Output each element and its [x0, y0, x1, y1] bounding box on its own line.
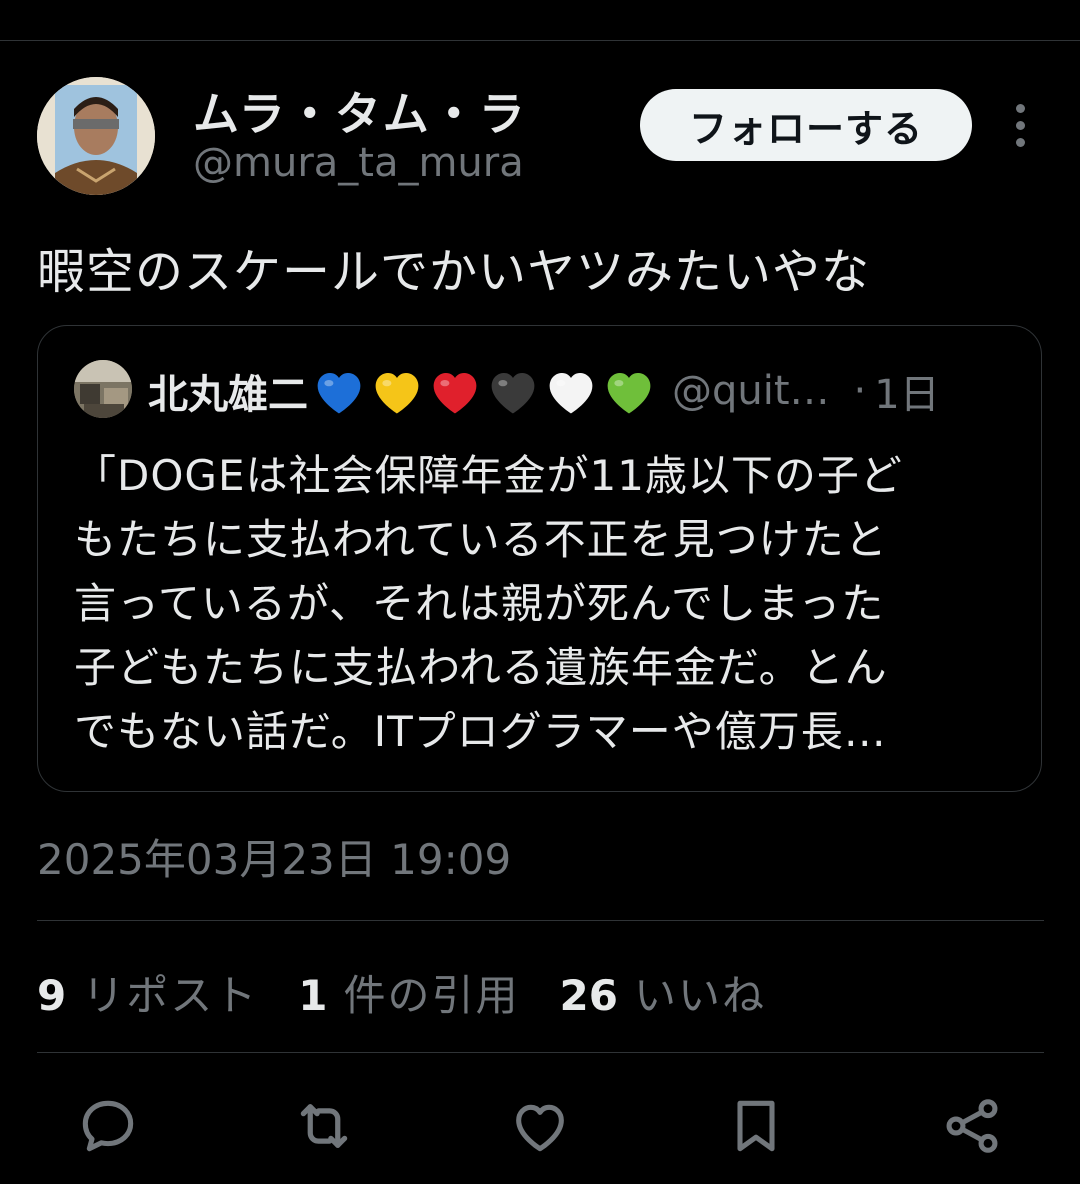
- share-icon[interactable]: [938, 1092, 1006, 1160]
- red-heart-icon: [433, 373, 477, 414]
- quote-line: もたちに支払われている不正を見つけたと: [74, 515, 888, 564]
- yellow-heart-icon: [375, 373, 419, 414]
- tweet-text: 暇空のスケールでかいヤツみたいやな: [37, 244, 871, 300]
- user-avatar[interactable]: [37, 77, 155, 195]
- like-label: いいね: [633, 970, 766, 1020]
- more-options-icon[interactable]: [1000, 100, 1040, 150]
- separator-dot: ·: [853, 368, 867, 414]
- quote-label: 件の引用: [343, 970, 520, 1020]
- quote-count[interactable]: 1 件の引用: [298, 962, 519, 1023]
- divider: [37, 920, 1044, 921]
- quoted-tweet-card[interactable]: 北丸雄二 @quit… · 1日 「DOGEは社会保障年金が11歳以下の子ど も…: [37, 325, 1042, 792]
- engagement-stats: 9 リポスト 1 件の引用 26 いいね: [37, 962, 806, 1022]
- quote-body: 「DOGEは社会保障年金が11歳以下の子ど もたちに支払われている不正を見つけた…: [74, 444, 1014, 764]
- blue-heart-icon: [317, 373, 361, 414]
- quote-line: 言っているが、それは親が死んでしまった: [74, 579, 885, 628]
- repost-number: 9: [37, 970, 67, 1020]
- like-number: 26: [559, 970, 618, 1020]
- quote-line: 子どもたちに支払われる遺族年金だ。とん: [74, 643, 888, 692]
- quote-header: 北丸雄二 @quit… · 1日: [148, 362, 1028, 420]
- green-heart-icon: [607, 373, 651, 414]
- quote-line: でもない話だ。ITプログラマーや億万長…: [74, 707, 887, 756]
- repost-count[interactable]: 9 リポスト: [37, 962, 258, 1023]
- quote-line: 「DOGEは社会保障年金が11歳以下の子ど: [74, 451, 903, 500]
- quote-author-handle: @quit…: [672, 368, 830, 414]
- repost-icon[interactable]: [290, 1092, 358, 1160]
- white-heart-icon: [549, 373, 593, 414]
- display-name[interactable]: ムラ・タム・ラ: [193, 78, 527, 144]
- quote-author-name: 北丸雄二: [148, 372, 308, 418]
- like-icon[interactable]: [506, 1092, 574, 1160]
- top-divider: [0, 40, 1080, 41]
- black-heart-icon: [491, 373, 535, 414]
- tweet-timestamp: 2025年03月23日 19:09: [37, 835, 512, 884]
- like-count[interactable]: 26 いいね: [560, 962, 766, 1023]
- repost-label: リポスト: [82, 970, 259, 1020]
- divider: [37, 1052, 1044, 1053]
- follow-button[interactable]: フォローする: [640, 89, 972, 161]
- bookmark-icon[interactable]: [722, 1092, 790, 1160]
- quote-number: 1: [298, 970, 328, 1020]
- tweet-detail-page: ムラ・タム・ラ @mura_ta_mura フォローする 暇空のスケールでかいヤ…: [0, 0, 1080, 1184]
- heart-emoji-group: [312, 366, 656, 416]
- quote-time: 1日: [874, 372, 940, 418]
- quote-avatar: [74, 360, 132, 418]
- user-handle[interactable]: @mura_ta_mura: [193, 140, 524, 186]
- reply-icon[interactable]: [74, 1092, 142, 1160]
